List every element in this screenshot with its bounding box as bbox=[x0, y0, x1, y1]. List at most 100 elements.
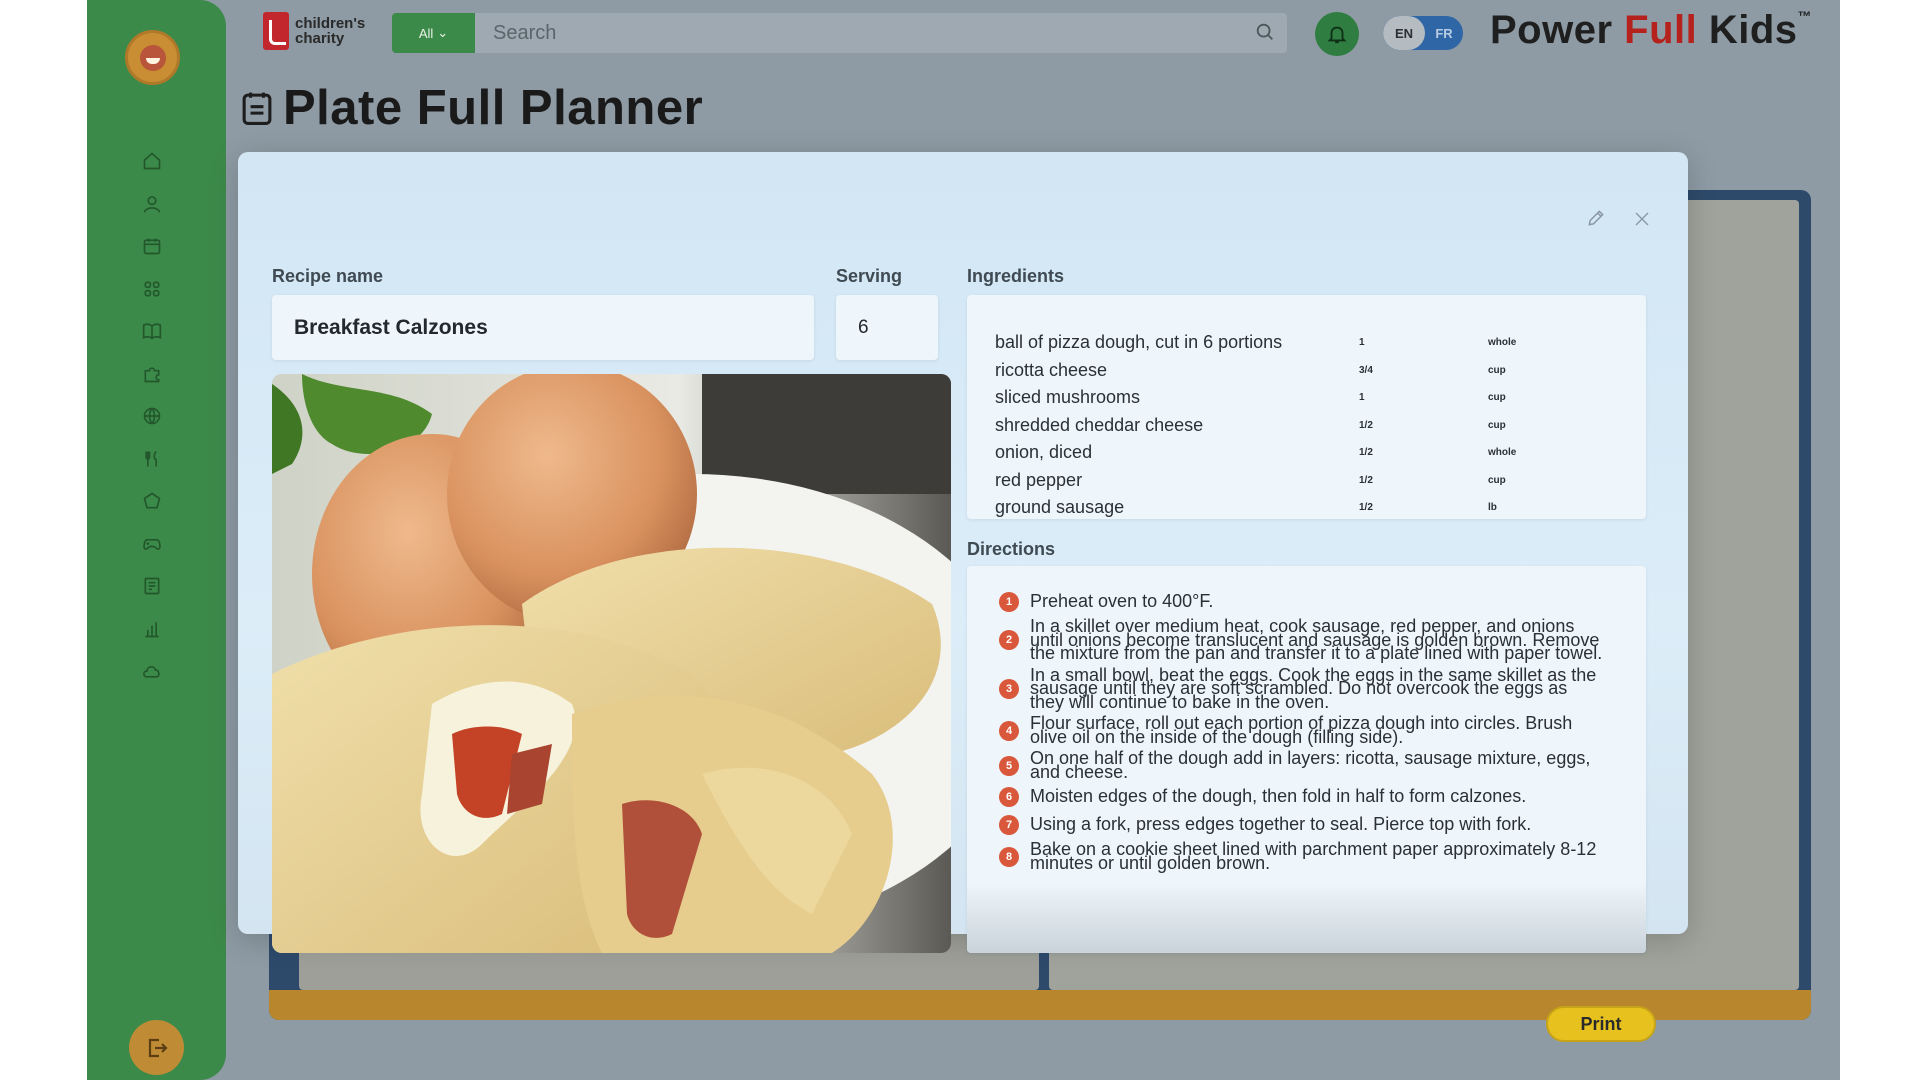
ingredient-unit: cup bbox=[1488, 419, 1506, 431]
cloud-icon bbox=[143, 666, 160, 678]
ingredient-qty: 3/4 bbox=[1359, 364, 1373, 376]
step-number-badge: 5 bbox=[999, 755, 1019, 776]
step-text: Preheat oven to 400°F. bbox=[1030, 591, 1214, 612]
sidebar-item-home[interactable] bbox=[139, 148, 165, 174]
chart-icon bbox=[145, 622, 159, 638]
ingredient-row: sliced mushrooms 1 cup bbox=[995, 384, 1646, 412]
brand-full: Full bbox=[1624, 8, 1698, 52]
ingredient-row: ball of pizza dough, cut in 6 portions 1… bbox=[995, 329, 1646, 357]
ingredient-name: ground sausage bbox=[995, 497, 1125, 518]
ingredient-row: shredded cheddar cheese 1/2 cup bbox=[995, 412, 1646, 440]
globe-icon bbox=[143, 407, 161, 425]
serving-field[interactable]: 6 bbox=[836, 295, 938, 360]
ingredient-qty: 1 bbox=[1359, 337, 1365, 349]
direction-step: 3 In a small bowl, beat the eggs. Cook th… bbox=[999, 664, 1606, 712]
charity-logo-text: children's charity bbox=[295, 15, 366, 47]
search-icon[interactable] bbox=[1254, 21, 1276, 43]
brand-trademark: ™ bbox=[1797, 8, 1813, 24]
brand-kids: Kids bbox=[1697, 8, 1798, 52]
print-button[interactable]: Print bbox=[1546, 1006, 1656, 1042]
sidebar-item-journal[interactable] bbox=[139, 573, 165, 599]
step-text: Flour surface, roll out each portion of … bbox=[1030, 713, 1573, 747]
step-text: On one half of the dough add in layers: … bbox=[1030, 748, 1591, 782]
sidebar-item-plate-planner[interactable] bbox=[139, 446, 165, 472]
ingredient-row: ricotta cheese 3/4 cup bbox=[995, 357, 1646, 385]
chevron-down-icon: ⌄ bbox=[437, 25, 449, 40]
close-icon[interactable] bbox=[1633, 210, 1651, 228]
search-scope-value: All bbox=[418, 25, 434, 41]
ingredient-name: sliced mushrooms bbox=[995, 387, 1141, 408]
journal-icon bbox=[144, 577, 160, 595]
direction-step: 8 Bake on a cookie sheet lined with parch… bbox=[999, 840, 1606, 872]
ingredient-name: ball of pizza dough, cut in 6 portions bbox=[995, 332, 1283, 353]
app-window: children's charity All ⌄ EN FR Power Ful… bbox=[87, 0, 1840, 1080]
search-input[interactable] bbox=[475, 13, 1287, 53]
step-number-badge: 2 bbox=[999, 630, 1019, 651]
ingredient-name: shredded cheddar cheese bbox=[995, 414, 1204, 435]
charity-logo[interactable]: children's charity bbox=[263, 12, 369, 50]
utensils-icon bbox=[145, 450, 157, 467]
directions-list[interactable]: 1 Preheat oven to 400°F. 2 In a skillet ov… bbox=[967, 566, 1646, 953]
step-number-badge: 8 bbox=[999, 846, 1019, 867]
ingredient-unit: lb bbox=[1488, 502, 1497, 514]
sidebar-item-badge[interactable] bbox=[139, 488, 165, 514]
ingredient-row: red pepper 1/2 cup bbox=[995, 467, 1646, 495]
ingredients-list[interactable]: ball of pizza dough, cut in 6 portions 1… bbox=[967, 295, 1646, 519]
language-en[interactable]: EN bbox=[1383, 16, 1425, 50]
ingredient-qty: 1/2 bbox=[1359, 474, 1373, 486]
edit-icon[interactable] bbox=[1586, 208, 1606, 228]
step-text: Moisten edges of the dough, then fold in… bbox=[1030, 786, 1527, 807]
sidebar-item-profile[interactable] bbox=[139, 191, 165, 217]
charity-logo-mark-icon bbox=[263, 12, 289, 50]
directions-label: Directions bbox=[967, 539, 1056, 559]
badge-icon bbox=[143, 492, 161, 509]
notifications-button[interactable] bbox=[1315, 12, 1359, 56]
ingredient-unit: cup bbox=[1488, 474, 1506, 486]
sidebar-item-book[interactable] bbox=[139, 318, 165, 344]
logout-button[interactable] bbox=[129, 1020, 184, 1075]
profile-icon bbox=[143, 196, 161, 213]
bell-icon bbox=[1327, 26, 1347, 44]
direction-step: 1 Preheat oven to 400°F. bbox=[999, 592, 1606, 612]
puzzle-icon bbox=[144, 367, 160, 383]
calendar-icon bbox=[143, 238, 161, 255]
direction-step: 2 In a skillet over medium heat, cook sau… bbox=[999, 617, 1606, 662]
grid-icon bbox=[144, 281, 160, 297]
ingredient-name: ricotta cheese bbox=[995, 359, 1108, 380]
avatar[interactable] bbox=[125, 30, 180, 85]
recipe-name-field[interactable]: Breakfast Calzones bbox=[272, 295, 814, 360]
sidebar-item-puzzle[interactable] bbox=[139, 361, 165, 387]
ingredient-row: ground sausage 1/2 lb bbox=[995, 494, 1646, 519]
sidebar-item-games[interactable] bbox=[139, 531, 165, 557]
step-number-badge: 4 bbox=[999, 720, 1019, 741]
language-toggle[interactable]: EN FR bbox=[1383, 16, 1463, 50]
brand-power: Power bbox=[1490, 8, 1625, 52]
search-scope-select[interactable]: All ⌄ bbox=[392, 13, 475, 53]
direction-step: 7 Using a fork, press edges together to s… bbox=[999, 815, 1606, 835]
sidebar-item-globe[interactable] bbox=[139, 403, 165, 429]
ingredient-unit: cup bbox=[1488, 392, 1506, 404]
step-number-badge: 1 bbox=[999, 592, 1019, 612]
step-number-badge: 3 bbox=[999, 678, 1019, 699]
ingredient-unit: whole bbox=[1488, 447, 1517, 459]
sidebar-item-weather[interactable] bbox=[139, 658, 165, 684]
sidebar-item-stats[interactable] bbox=[139, 616, 165, 642]
serving-label: Serving bbox=[836, 266, 903, 286]
book-icon bbox=[142, 323, 162, 340]
brand-logo: Power Full Kids™ bbox=[1490, 8, 1812, 53]
step-text: Using a fork, press edges together to se… bbox=[1030, 814, 1532, 835]
calzone-photo-image bbox=[272, 374, 951, 953]
ingredient-name: red pepper bbox=[995, 469, 1083, 490]
recipe-photo bbox=[272, 374, 951, 953]
page-title-text: Plate Full Planner bbox=[283, 81, 704, 135]
sidebar-item-grid[interactable] bbox=[139, 276, 165, 302]
direction-step: 6 Moisten edges of the dough, then fold i… bbox=[999, 787, 1606, 807]
step-number-badge: 7 bbox=[999, 815, 1019, 835]
language-fr[interactable]: FR bbox=[1425, 16, 1463, 50]
page-title: Plate Full Planner bbox=[241, 80, 703, 136]
direction-step: 4 Flour surface, roll out each portion of… bbox=[999, 713, 1606, 747]
step-text: In a small bowl, beat the eggs. Cook the… bbox=[1030, 664, 1597, 712]
avatar-face-icon bbox=[140, 45, 166, 71]
search-box bbox=[475, 13, 1287, 53]
sidebar-item-calendar[interactable] bbox=[139, 233, 165, 259]
